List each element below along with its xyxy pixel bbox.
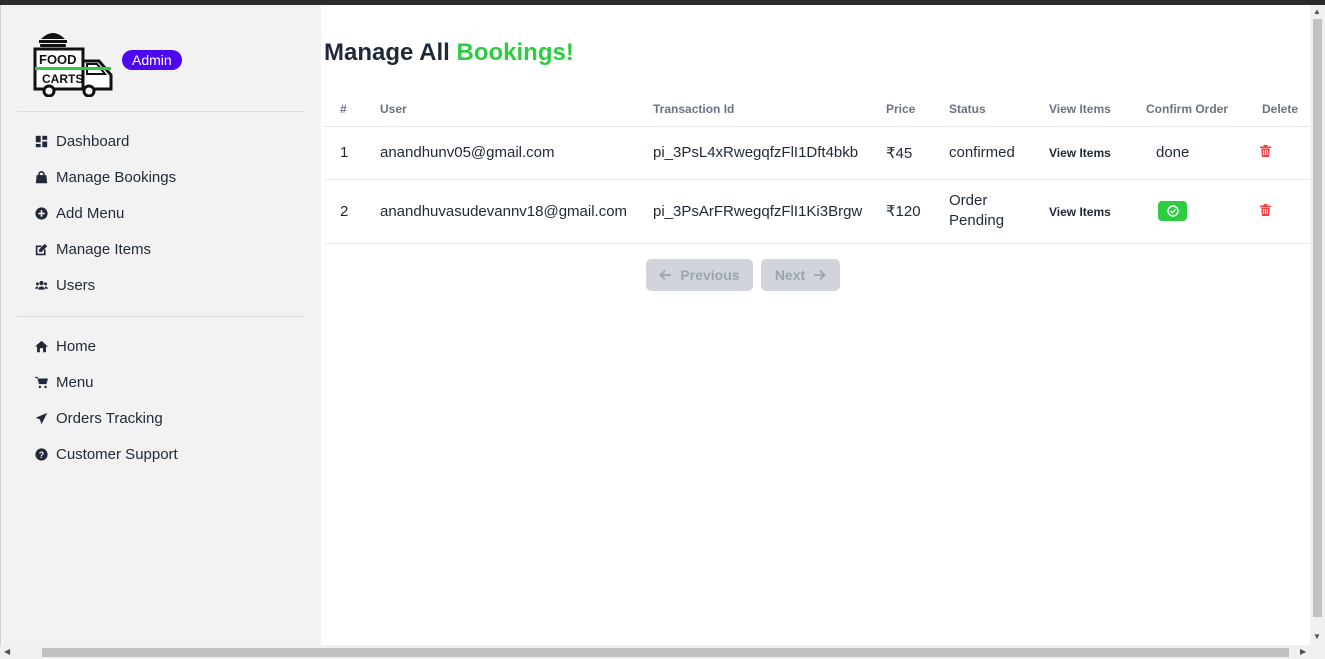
sidebar-item-orders-tracking[interactable]: Orders Tracking xyxy=(34,406,163,430)
col-header-user: User xyxy=(364,92,637,127)
cell-confirm-order: done xyxy=(1130,126,1246,180)
cell-user: anandhunv05@gmail.com xyxy=(364,126,637,180)
col-header-price: Price xyxy=(870,92,933,127)
next-button[interactable]: Next xyxy=(761,259,840,291)
horizontal-scroll-thumb[interactable] xyxy=(42,648,1289,657)
delete-button[interactable] xyxy=(1260,203,1272,216)
sidebar-item-customer-support[interactable]: ? Customer Support xyxy=(34,442,178,466)
scroll-down-icon[interactable]: ▼ xyxy=(1313,633,1321,641)
col-header-confirm-order: Confirm Order xyxy=(1130,92,1246,127)
sidebar: FOOD CARTS Admin Dashboard Manage Bookin… xyxy=(0,5,321,645)
home-icon xyxy=(34,339,48,353)
cell-price: ₹120 xyxy=(870,179,933,244)
cell-delete xyxy=(1246,179,1310,244)
sidebar-item-label: Orders Tracking xyxy=(56,409,163,427)
sidebar-divider xyxy=(17,111,305,112)
vertical-scroll-thumb[interactable] xyxy=(1313,19,1322,617)
sidebar-item-home[interactable]: Home xyxy=(34,334,96,358)
svg-text:?: ? xyxy=(38,449,43,459)
cell-transaction-id: pi_3PsArFRwegqfzFlI1Ki3Brgw xyxy=(637,179,870,244)
col-header-index: # xyxy=(324,92,364,127)
horizontal-scrollbar[interactable]: ◀ ▶ xyxy=(0,645,1325,659)
sidebar-item-manage-bookings[interactable]: Manage Bookings xyxy=(34,165,176,189)
cell-status: confirmed xyxy=(933,126,1033,180)
cart-icon xyxy=(34,375,48,389)
previous-label: Previous xyxy=(680,267,740,283)
col-header-view-items: View Items xyxy=(1033,92,1130,127)
page-title-prefix: Manage All xyxy=(324,39,450,66)
sidebar-item-menu[interactable]: Menu xyxy=(34,370,94,394)
svg-text:FOOD: FOOD xyxy=(39,52,77,67)
sidebar-item-manage-items[interactable]: Manage Items xyxy=(34,237,151,261)
arrow-right-icon xyxy=(814,269,826,281)
svg-text:CARTS: CARTS xyxy=(42,72,83,86)
paper-plane-icon xyxy=(34,411,48,425)
arrow-left-icon xyxy=(659,269,672,281)
plus-circle-icon xyxy=(34,206,48,220)
shopping-bag-icon xyxy=(34,170,48,184)
table-header-row: # User Transaction Id Price Status View … xyxy=(324,92,1310,127)
bookings-table: # User Transaction Id Price Status View … xyxy=(324,92,1310,244)
trash-icon xyxy=(1260,203,1271,216)
cell-user: anandhuvasudevannv18@gmail.com xyxy=(364,179,637,244)
sidebar-item-label: Dashboard xyxy=(56,132,130,150)
main-content: Manage All Bookings! # User Transaction … xyxy=(321,5,1310,645)
col-header-delete: Delete xyxy=(1246,92,1310,127)
cell-delete xyxy=(1246,126,1310,180)
view-items-button[interactable]: View Items xyxy=(1049,147,1111,159)
confirm-order-button[interactable] xyxy=(1158,201,1187,221)
col-header-transaction-id: Transaction Id xyxy=(637,92,870,127)
sidebar-item-label: Home xyxy=(56,337,97,355)
page-title-accent: Bookings! xyxy=(456,39,574,66)
question-circle-icon: ? xyxy=(34,447,48,461)
delete-button[interactable] xyxy=(1260,144,1272,157)
next-label: Next xyxy=(774,267,806,283)
vertical-scrollbar[interactable]: ▲ ▼ xyxy=(1310,5,1325,645)
cell-index: 1 xyxy=(324,126,364,180)
sidebar-item-label: Menu xyxy=(56,373,94,391)
cell-index: 2 xyxy=(324,179,364,244)
food-carts-logo[interactable]: FOOD CARTS xyxy=(33,27,115,98)
admin-badge: Admin xyxy=(122,50,182,70)
previous-button[interactable]: Previous xyxy=(646,259,753,291)
sidebar-item-dashboard[interactable]: Dashboard xyxy=(34,129,129,153)
sidebar-item-label: Customer Support xyxy=(56,445,178,463)
cell-transaction-id: pi_3PsL4xRwegqfzFlI1Dft4bkb xyxy=(637,126,870,180)
trash-icon xyxy=(1260,145,1271,157)
sidebar-item-label: Manage Bookings xyxy=(56,168,177,186)
edit-icon xyxy=(34,242,48,256)
cell-price: ₹45 xyxy=(870,126,933,180)
col-header-status: Status xyxy=(933,92,1033,127)
scroll-up-icon[interactable]: ▲ xyxy=(1313,8,1321,16)
cell-status: Order Pending xyxy=(933,179,1033,244)
cell-view-items: View Items xyxy=(1033,126,1130,180)
scroll-left-icon[interactable]: ◀ xyxy=(4,648,10,656)
cell-confirm-order xyxy=(1130,179,1246,244)
dashboard-icon xyxy=(34,134,48,148)
scroll-right-icon[interactable]: ▶ xyxy=(1300,648,1306,656)
status-text: Order Pending xyxy=(949,192,1005,229)
table-row: 1 anandhunv05@gmail.com pi_3PsL4xRwegqfz… xyxy=(324,126,1310,180)
view-items-button[interactable]: View Items xyxy=(1049,206,1111,218)
sidebar-item-label: Users xyxy=(56,276,96,294)
page-title: Manage All Bookings! xyxy=(324,39,574,67)
sidebar-item-users[interactable]: Users xyxy=(34,273,95,297)
users-icon xyxy=(34,278,48,292)
confirm-status-text: done xyxy=(1156,144,1190,161)
sidebar-divider xyxy=(17,316,305,317)
sidebar-item-add-menu[interactable]: Add Menu xyxy=(34,201,124,225)
check-circle-icon xyxy=(1166,205,1179,217)
sidebar-item-label: Manage Items xyxy=(56,240,152,258)
cell-view-items: View Items xyxy=(1033,179,1130,244)
table-row: 2 anandhuvasudevannv18@gmail.com pi_3PsA… xyxy=(324,179,1310,244)
sidebar-item-label: Add Menu xyxy=(56,204,125,222)
